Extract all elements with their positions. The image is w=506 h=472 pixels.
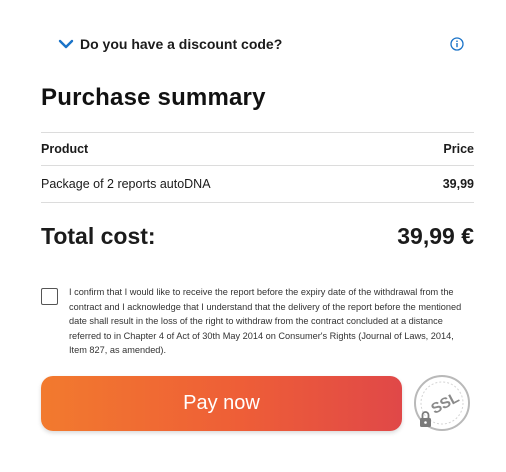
chevron-down-icon — [58, 39, 74, 49]
discount-code-label: Do you have a discount code? — [80, 36, 283, 52]
summary-table: Product Price Package of 2 reports autoD… — [41, 132, 474, 269]
info-icon[interactable] — [450, 37, 464, 51]
product-name: Package of 2 reports autoDNA — [41, 177, 211, 191]
total-label: Total cost: — [41, 222, 156, 249]
page-title: Purchase summary — [41, 84, 266, 111]
product-price: 39,99 — [442, 177, 474, 191]
column-header-price: Price — [443, 142, 474, 156]
consent-text: I confirm that I would like to receive t… — [69, 287, 462, 356]
pay-now-button[interactable]: Pay now — [41, 376, 402, 431]
total-value: 39,99 € — [397, 222, 474, 249]
table-row: Package of 2 reports autoDNA 39,99 — [41, 165, 474, 202]
total-row: Total cost: 39,99 € — [41, 202, 474, 269]
consent-checkbox[interactable] — [41, 288, 58, 305]
discount-code-toggle[interactable]: Do you have a discount code? — [58, 34, 468, 54]
column-header-product: Product — [41, 142, 89, 156]
table-header: Product Price — [41, 132, 474, 165]
consent-block: I confirm that I would like to receive t… — [41, 285, 471, 365]
ssl-badge: SSL — [414, 375, 470, 431]
